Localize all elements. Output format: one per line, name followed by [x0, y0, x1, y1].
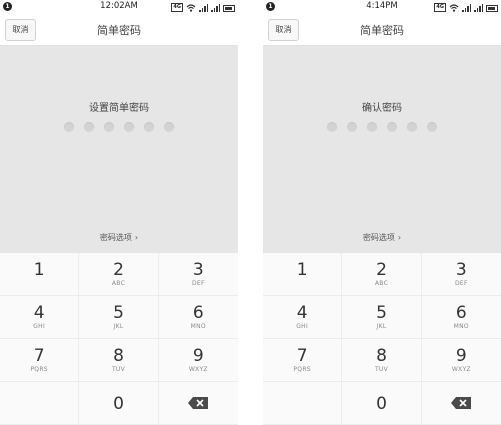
signal-icon [199, 4, 208, 12]
signal-icon-2 [474, 4, 483, 12]
passcode-prompt: 确认密码 [362, 103, 402, 114]
key-7[interactable]: 7 PQRS [0, 339, 80, 382]
password-options-link[interactable]: 密码选项 › [263, 232, 501, 243]
passcode-dot [407, 122, 417, 132]
passcode-entry-area: 设置简单密码 密码选项 › [0, 46, 238, 253]
network-badge-icon: 4G [434, 3, 446, 12]
key-empty [0, 382, 80, 425]
wifi-icon [449, 4, 459, 12]
passcode-dot [104, 122, 114, 132]
key-9[interactable]: 9 WXYZ [158, 339, 238, 382]
key-5[interactable]: 5 JKL [342, 296, 422, 339]
key-4[interactable]: 4 GHI [0, 296, 80, 339]
key-4[interactable]: 4 GHI [263, 296, 343, 339]
passcode-dot [164, 122, 174, 132]
title-bar: 取消 简单密码 [263, 14, 501, 46]
passcode-prompt: 设置简单密码 [89, 103, 149, 114]
backspace-icon [188, 397, 209, 409]
wifi-icon [186, 4, 196, 12]
key-2[interactable]: 2 ABC [79, 253, 159, 296]
passcode-dot [124, 122, 134, 132]
backspace-button[interactable] [421, 382, 501, 425]
numeric-keypad: 1 2 ABC 3 DEF 4 GHI 5 JKL 6 MNO 7 PQRS 8 TUV 9W… [0, 253, 238, 425]
signal-icon [462, 4, 471, 12]
passcode-dot [427, 122, 437, 132]
key-3[interactable]: 3 DEF [158, 253, 238, 296]
phone-screen-confirm-password: 1 4:14PM 4G 取消 简单密码 确认密码 密码选项 › 1 2 ABC … [263, 0, 501, 425]
key-0[interactable]: 0 [79, 382, 159, 425]
status-icons: 4G [434, 2, 498, 12]
key-1[interactable]: 1 [263, 253, 343, 296]
key-9[interactable]: 9 WXYZ [421, 339, 501, 382]
key-7[interactable]: 7 PQRS [263, 339, 343, 382]
chevron-right-icon: › [397, 233, 402, 242]
key-1[interactable]: 1 [0, 253, 80, 296]
battery-icon [486, 5, 498, 12]
key-3[interactable]: 3 DEF [421, 253, 501, 296]
passcode-dots [263, 122, 501, 132]
passcode-dots [0, 122, 238, 132]
page-title: 简单密码 [97, 24, 141, 37]
password-options-label: 密码选项 [362, 233, 395, 242]
password-options-label: 密码选项 [99, 233, 132, 242]
key-6[interactable]: 6 MNO [421, 296, 501, 339]
passcode-dot [84, 122, 94, 132]
passcode-dot [144, 122, 154, 132]
title-bar: 取消 简单密码 [0, 14, 238, 46]
key-8[interactable]: 8 TUV [79, 339, 159, 382]
passcode-entry-area: 确认密码 密码选项 › [263, 46, 501, 253]
page-title: 简单密码 [360, 24, 404, 37]
status-bar: 1 4:14PM 4G [263, 0, 501, 14]
signal-icon-2 [211, 4, 220, 12]
key-6[interactable]: 6 MNO [158, 296, 238, 339]
passcode-dot [367, 122, 377, 132]
backspace-button[interactable] [158, 382, 238, 425]
numeric-keypad: 1 2 ABC 3 DEF 4 GHI 5 JKL 6 MNO 7 PQRS 8 TUV 9W… [263, 253, 501, 425]
key-0[interactable]: 0 [342, 382, 422, 425]
key-empty [263, 382, 343, 425]
passcode-dot [347, 122, 357, 132]
key-8[interactable]: 8 TUV [342, 339, 422, 382]
chevron-right-icon: › [134, 233, 139, 242]
passcode-dot [387, 122, 397, 132]
passcode-dot [327, 122, 337, 132]
key-5[interactable]: 5 JKL [79, 296, 159, 339]
backspace-icon [451, 397, 472, 409]
phone-screen-set-password: 1 12:02AM 4G 取消 简单密码 设置简单密码 密码选项 › 1 2 A… [0, 0, 238, 425]
battery-icon [223, 5, 235, 12]
status-icons: 4G [171, 2, 235, 12]
network-badge-icon: 4G [171, 3, 183, 12]
password-options-link[interactable]: 密码选项 › [0, 232, 238, 243]
key-2[interactable]: 2 ABC [342, 253, 422, 296]
status-bar: 1 12:02AM 4G [0, 0, 238, 14]
passcode-dot [64, 122, 74, 132]
